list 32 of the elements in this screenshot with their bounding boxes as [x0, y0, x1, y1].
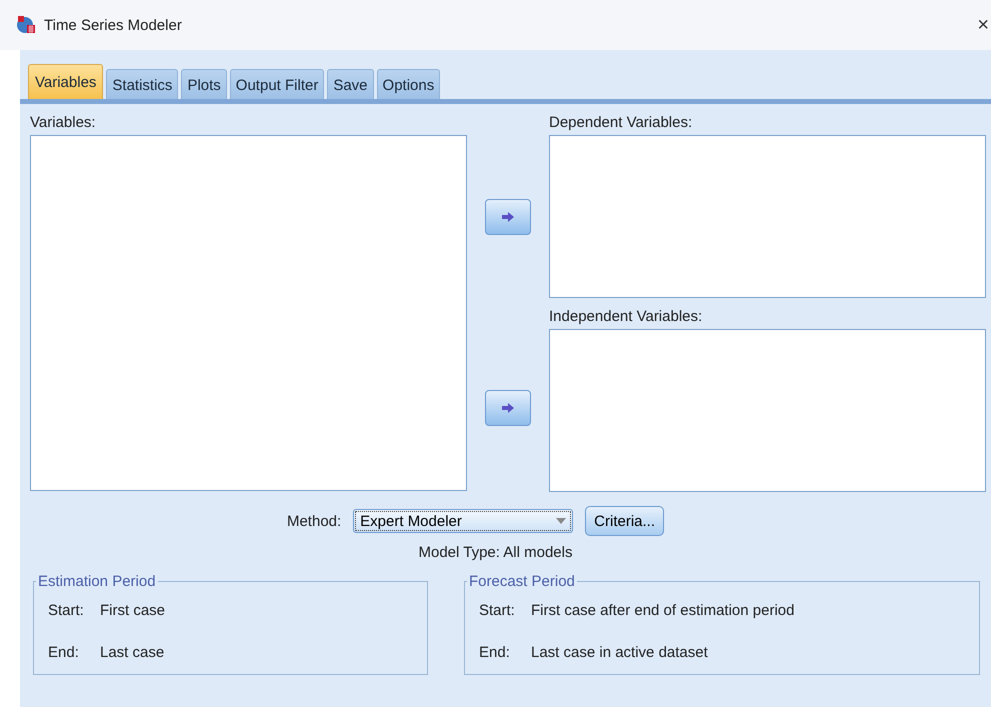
field-label: Start: [479, 602, 516, 619]
field-value: Last case in active dataset [531, 644, 708, 661]
criteria-button[interactable]: Criteria... [585, 506, 664, 536]
move-right-button[interactable] [485, 390, 531, 426]
app-icon [16, 15, 36, 35]
model-type-text: Model Type: All models [418, 544, 572, 561]
caret-icon [556, 518, 566, 524]
dependent-list[interactable] [549, 135, 986, 298]
field-label: Start: [48, 602, 85, 619]
tab[interactable]: Variables [28, 64, 104, 99]
variables-list[interactable] [30, 135, 467, 491]
independent-list[interactable] [549, 329, 986, 492]
field-value: Last case [100, 644, 164, 661]
field-label: End: [48, 644, 80, 661]
tab[interactable]: Output Filter [230, 69, 324, 99]
close-button[interactable]: × [977, 14, 991, 36]
variables-label: Variables: [30, 114, 97, 131]
tab[interactable]: Save [327, 69, 374, 99]
field-value: First case [100, 602, 166, 619]
field-value: First case after end of estimation period [531, 602, 794, 619]
tab[interactable]: Options [376, 69, 440, 99]
field-label: End: [479, 644, 511, 661]
tab[interactable]: Plots [181, 69, 227, 99]
arrow-icon [501, 211, 515, 223]
dependent-label: Dependent Variables: [549, 114, 694, 131]
method-dropdown[interactable]: Expert Modeler [353, 509, 574, 533]
arrow-icon [501, 402, 515, 414]
tab[interactable]: Statistics [106, 69, 178, 99]
move-right-button[interactable] [485, 199, 531, 235]
independent-label: Independent Variables: [549, 308, 704, 325]
method-label: Method: [286, 512, 342, 530]
window-title: Time Series Modeler [44, 16, 182, 34]
